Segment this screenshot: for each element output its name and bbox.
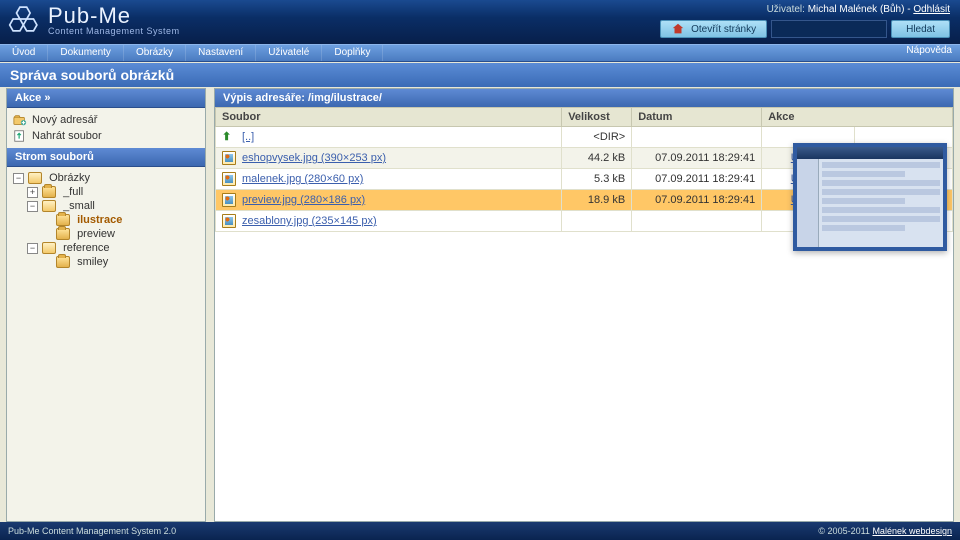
menu-item[interactable]: Dokumenty	[48, 45, 124, 61]
footer-link[interactable]: Malének webdesign	[872, 526, 952, 536]
folder-new-icon	[13, 113, 27, 127]
collapse-icon[interactable]: −	[27, 201, 38, 212]
menu-item[interactable]: Uživatelé	[256, 45, 322, 61]
action-item[interactable]: Nahrát soubor	[13, 128, 199, 144]
folder-open-icon	[28, 172, 42, 184]
collapse-icon[interactable]: −	[27, 243, 38, 254]
logo-title: Pub-Me	[48, 5, 180, 27]
col-file[interactable]: Soubor	[216, 108, 562, 127]
image-file-icon	[222, 172, 236, 186]
col-actions: Akce	[762, 108, 953, 127]
image-file-icon	[222, 151, 236, 165]
menu-item[interactable]: Úvod	[0, 45, 48, 61]
menu-item[interactable]: Doplňky	[322, 45, 383, 61]
logo-hex-icon	[8, 2, 42, 39]
expand-icon[interactable]: +	[27, 187, 38, 198]
folder-icon	[56, 228, 70, 240]
up-arrow-icon: ⬆	[222, 130, 236, 144]
action-item[interactable]: Nový adresář	[13, 112, 199, 128]
listing-heading: Výpis adresáře: /img/ilustrace/	[215, 89, 953, 107]
folder-icon	[42, 186, 56, 198]
folder-open-icon	[42, 242, 56, 254]
col-date[interactable]: Datum	[632, 108, 762, 127]
open-pages-button[interactable]: Otevřít stránky	[660, 20, 767, 38]
file-link[interactable]: malenek.jpg (280×60 px)	[242, 173, 363, 185]
tree-node-selected[interactable]: ilustrace	[41, 213, 199, 227]
folder-icon	[56, 256, 70, 268]
tree-root[interactable]: − Obrázky	[13, 171, 199, 185]
col-size[interactable]: Velikost	[562, 108, 632, 127]
tree-node[interactable]: + _full	[27, 185, 199, 199]
image-file-icon	[222, 214, 236, 228]
footer: Pub-Me Content Management System 2.0 © 2…	[0, 522, 960, 540]
folder-icon	[56, 214, 70, 226]
user-info: Uživatel: Michal Malének (Bůh) - Odhlási…	[767, 4, 950, 15]
home-icon	[671, 22, 685, 36]
logout-link[interactable]: Odhlásit	[913, 4, 950, 15]
page-title: Správa souborů obrázků	[0, 62, 960, 88]
tree-node[interactable]: − reference	[27, 241, 199, 255]
search-input[interactable]	[771, 20, 887, 38]
main-menu: ÚvodDokumentyObrázkyNastaveníUživateléDo…	[0, 44, 960, 62]
upload-icon	[13, 129, 27, 143]
image-preview-tooltip	[793, 143, 947, 251]
tree-heading: Strom souborů	[7, 148, 205, 167]
parent-dir[interactable]: ⬆[..]	[216, 127, 562, 148]
menu-item[interactable]: Obrázky	[124, 45, 186, 61]
file-link[interactable]: zesablony.jpg (235×145 px)	[242, 215, 377, 227]
actions-heading: Akce »	[7, 89, 205, 108]
tree-node[interactable]: preview	[41, 227, 199, 241]
folder-open-icon	[42, 200, 56, 212]
menu-help[interactable]: Nápověda	[906, 45, 952, 56]
logo-subtitle: Content Management System	[48, 27, 180, 36]
user-name: Michal Malének (Bůh)	[808, 4, 905, 15]
file-link[interactable]: eshopvysek.jpg (390×253 px)	[242, 152, 386, 164]
image-file-icon	[222, 193, 236, 207]
menu-item[interactable]: Nastavení	[186, 45, 256, 61]
footer-left: Pub-Me Content Management System 2.0	[8, 526, 176, 536]
tree-node[interactable]: smiley	[41, 255, 199, 269]
collapse-icon[interactable]: −	[13, 173, 24, 184]
tree-node[interactable]: − _small	[27, 199, 199, 213]
file-link[interactable]: preview.jpg (280×186 px)	[242, 194, 365, 206]
search-button[interactable]: Hledat	[891, 20, 950, 38]
